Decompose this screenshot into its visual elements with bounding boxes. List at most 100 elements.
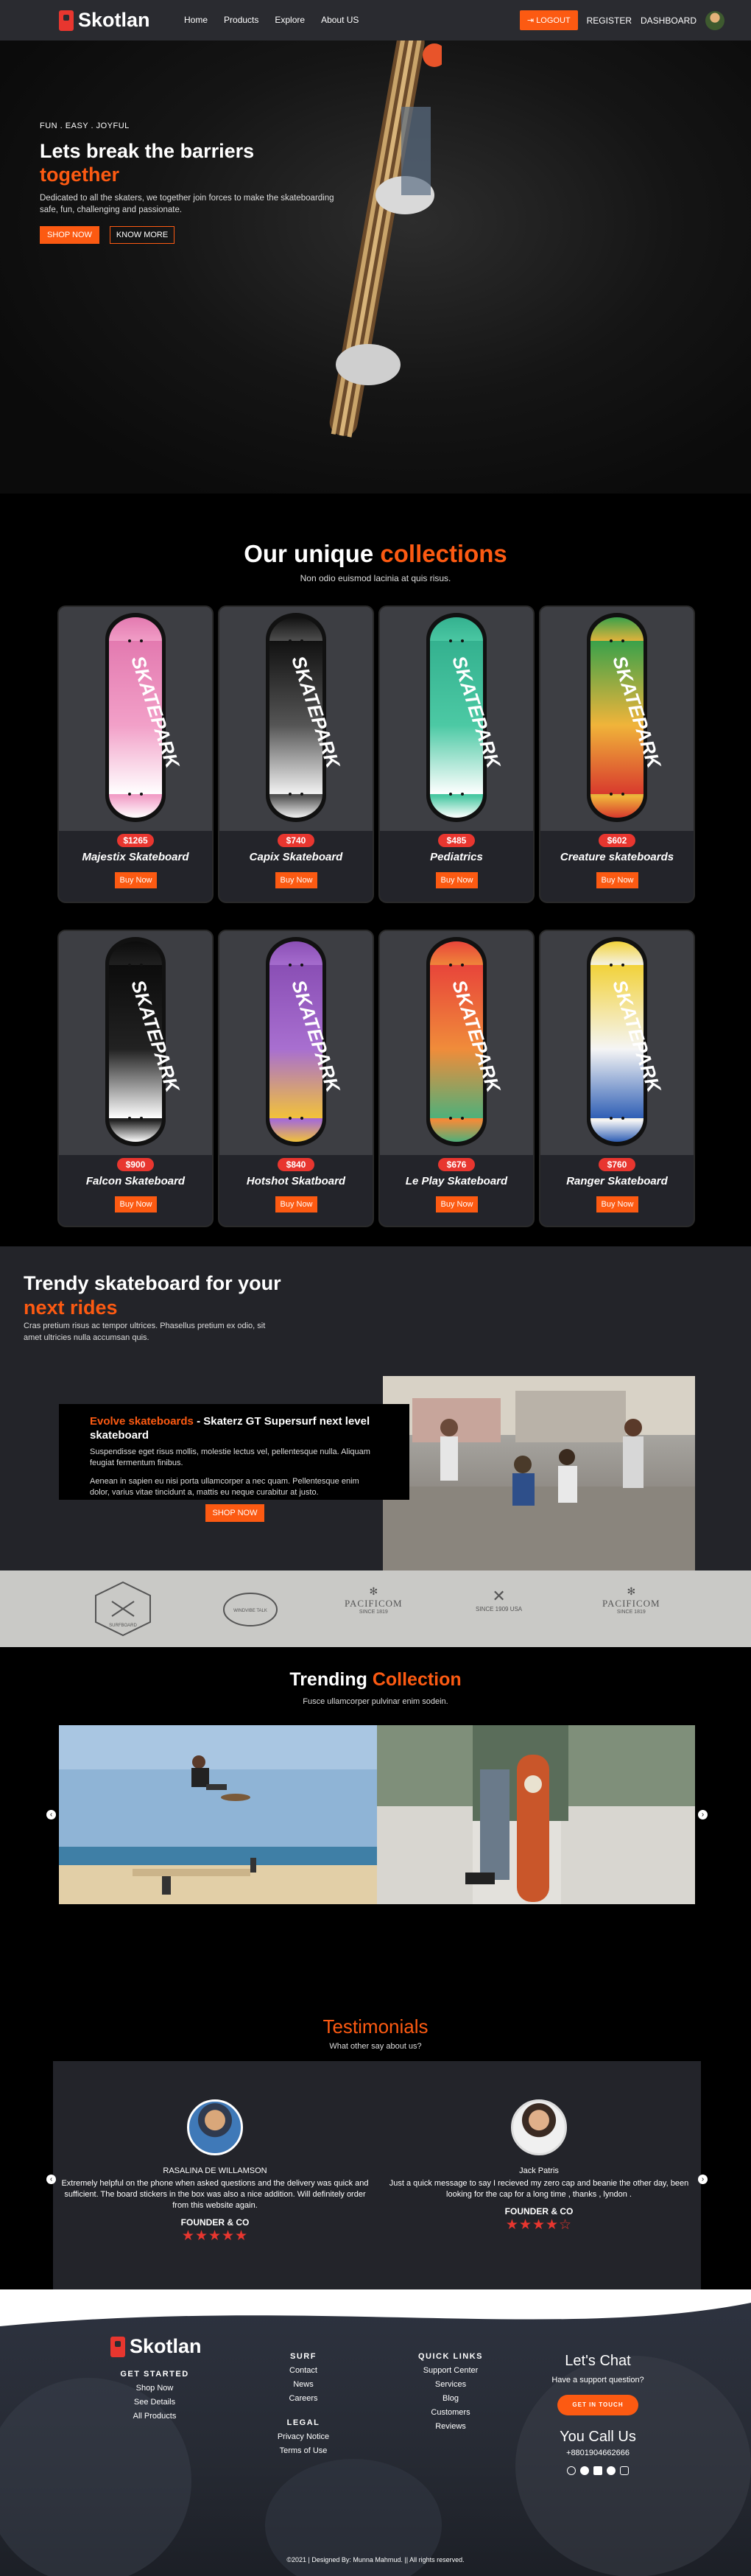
- brand-logos-strip: SURFBOARD WINDVIBE TALK ✻ PACIFICOM SINC…: [0, 1570, 751, 1647]
- footer-brand-name: Skotlan: [130, 2335, 202, 2357]
- footer-link-support[interactable]: Support Center: [406, 2364, 495, 2378]
- nav-actions: ⇥ LOGOUT REGISTER DASHBOARD: [519, 10, 724, 30]
- brand-logo-1: SURFBOARD: [90, 1579, 156, 1640]
- product-image: SKATEPARK: [380, 931, 533, 1155]
- hero-shop-now-button[interactable]: SHOP NOW: [40, 226, 99, 244]
- buy-now-button[interactable]: Buy Now: [596, 872, 638, 888]
- product-name: Falcon Skateboard: [85, 1175, 186, 1187]
- collections-title: Our unique collections: [0, 540, 751, 568]
- dashboard-link[interactable]: DASHBOARD: [641, 15, 697, 26]
- trendy-title-line2: next rides: [24, 1296, 118, 1319]
- footer-surf-head: SURF: [290, 2352, 317, 2361]
- skateboard-deck-illustration: SKATEPARK: [587, 937, 666, 1146]
- get-in-touch-button[interactable]: GET IN TOUCH: [557, 2395, 638, 2415]
- footer-link-all-products[interactable]: All Products: [110, 2410, 199, 2424]
- product-card[interactable]: SKATEPARK $900 Falcon Skateboard Buy Now: [59, 931, 212, 1226]
- nav-link-products[interactable]: Products: [224, 15, 258, 25]
- github-icon[interactable]: [607, 2466, 616, 2475]
- product-card[interactable]: SKATEPARK $840 Hotshot Skatboard Buy Now: [219, 931, 373, 1226]
- footer: Skotlan GET STARTED Shop Now See Details…: [0, 2289, 751, 2576]
- product-name: Pediatrics: [430, 851, 483, 863]
- feature-shop-now-button[interactable]: SHOP NOW: [205, 1504, 265, 1522]
- testimonials-prev-icon[interactable]: ‹: [46, 2175, 56, 2184]
- testimonials-subtitle: What other say about us?: [329, 2042, 422, 2051]
- product-card[interactable]: SKATEPARK $602 Creature skateboards Buy Now: [540, 607, 694, 902]
- carousel-prev-icon[interactable]: ‹: [46, 1810, 56, 1819]
- feature-paragraph-1: Suspendisse eget risus mollis, molestie …: [90, 1447, 370, 1467]
- logout-button[interactable]: ⇥ LOGOUT: [519, 10, 578, 30]
- footer-link-terms[interactable]: Terms of Use: [267, 2444, 340, 2458]
- user-avatar[interactable]: [705, 10, 724, 30]
- testimonials-panel: RASALINA DE WILLAMSON Extremely helpful …: [46, 2061, 708, 2291]
- product-card[interactable]: SKATEPARK $740 Capix Skateboard Buy Now: [219, 607, 373, 902]
- testimonial-text-2: Just a quick message to say I recieved m…: [389, 2179, 689, 2199]
- brand-logo[interactable]: Skotlan: [59, 9, 150, 32]
- copyright-text: ©2021 | Designed By: Munna Mahmud. || Al…: [286, 2556, 465, 2563]
- footer-link-services[interactable]: Services: [406, 2378, 495, 2392]
- testimonial-role-2: FOUNDER & CO: [504, 2206, 574, 2217]
- nav-link-explore[interactable]: Explore: [275, 15, 305, 25]
- buy-now-button[interactable]: Buy Now: [275, 1196, 317, 1212]
- nav-link-home[interactable]: Home: [184, 15, 208, 25]
- trending-title: Trending Collection: [0, 1669, 751, 1691]
- product-card[interactable]: SKATEPARK $676 Le Play Skateboard Buy Now: [380, 931, 533, 1226]
- footer-link-shop-now[interactable]: Shop Now: [110, 2382, 199, 2396]
- trending-title-white: Trending: [289, 1669, 367, 1690]
- skateboard-deck-illustration: SKATEPARK: [587, 613, 666, 822]
- footer-chat-title: Let's Chat: [565, 2353, 631, 2369]
- testimonial-card-1: RASALINA DE WILLAMSON Extremely helpful …: [60, 2099, 370, 2245]
- product-name: Hotshot Skatboard: [246, 1175, 346, 1187]
- buy-now-button[interactable]: Buy Now: [275, 872, 317, 888]
- hero-know-more-button[interactable]: KNOW MORE: [109, 226, 175, 244]
- product-name: Ranger Skateboard: [566, 1175, 668, 1187]
- hero-title: Lets break the barriers together: [40, 139, 349, 186]
- product-price: $1265: [117, 834, 154, 847]
- product-card[interactable]: SKATEPARK $1265 Majestix Skateboard Buy Now: [59, 607, 212, 902]
- trendy-section: Trendy skateboard for your next rides Cr…: [0, 1246, 751, 1570]
- footer-link-see-details[interactable]: See Details: [110, 2396, 199, 2410]
- facebook-icon[interactable]: [580, 2466, 589, 2475]
- product-image: SKATEPARK: [59, 607, 212, 831]
- footer-link-contact[interactable]: Contact: [267, 2364, 340, 2378]
- collections-subtitle: Non odio euismod lacinia at quis risus.: [300, 573, 451, 583]
- footer-get-started-head: GET STARTED: [120, 2370, 189, 2379]
- skateboard-deck-illustration: SKATEPARK: [266, 613, 345, 822]
- trending-subtitle: Fusce ullamcorper pulvinar enim sodein.: [303, 1697, 448, 1706]
- feature-paragraph-2: Aenean in sapien eu nisi porta ullamcorp…: [90, 1477, 359, 1497]
- nav-links: Home Products Explore About US: [184, 15, 359, 25]
- footer-link-privacy[interactable]: Privacy Notice: [267, 2430, 340, 2444]
- footer-logo-icon: [110, 2336, 125, 2357]
- buy-now-button[interactable]: Buy Now: [115, 1196, 157, 1212]
- instagram-icon[interactable]: [620, 2466, 629, 2475]
- carousel-next-icon[interactable]: ›: [698, 1810, 708, 1819]
- brand-logo-5: ✻ PACIFICOM SINCE 1819: [602, 1585, 660, 1615]
- linkedin-icon[interactable]: [593, 2466, 602, 2475]
- buy-now-button[interactable]: Buy Now: [436, 1196, 478, 1212]
- nav-link-about[interactable]: About US: [321, 15, 359, 25]
- brand-logo-5-sub: SINCE 1819: [616, 1610, 646, 1615]
- product-price: $485: [438, 834, 475, 847]
- hero-skateboard-image: [329, 41, 442, 438]
- compass-icon: ✻: [627, 1585, 636, 1597]
- product-card[interactable]: SKATEPARK $760 Ranger Skateboard Buy Now: [540, 931, 694, 1226]
- footer-logo[interactable]: Skotlan: [110, 2335, 202, 2358]
- testimonials-next-icon[interactable]: ›: [698, 2175, 708, 2184]
- testimonial-card-2: Jack Patris Just a quick message to say …: [384, 2099, 694, 2233]
- buy-now-button[interactable]: Buy Now: [115, 872, 157, 888]
- register-link[interactable]: REGISTER: [587, 15, 632, 26]
- footer-link-blog[interactable]: Blog: [406, 2392, 495, 2406]
- buy-now-button[interactable]: Buy Now: [596, 1196, 638, 1212]
- footer-link-news[interactable]: News: [267, 2378, 340, 2392]
- footer-link-reviews[interactable]: Reviews: [406, 2420, 495, 2434]
- footer-call-title: You Call Us: [560, 2429, 636, 2445]
- testimonial-text-1: Extremely helpful on the phone when aske…: [61, 2179, 369, 2210]
- google-icon[interactable]: [567, 2466, 576, 2475]
- footer-quick-links: QUICK LINKS Support Center Services Blog…: [406, 2350, 495, 2434]
- buy-now-button[interactable]: Buy Now: [436, 872, 478, 888]
- trendy-title: Trendy skateboard for your next rides: [24, 1271, 281, 1320]
- brand-logo-3: ✻ PACIFICOM SINCE 1819: [345, 1585, 403, 1615]
- footer-link-customers[interactable]: Customers: [406, 2406, 495, 2420]
- compass-icon: ✻: [369, 1585, 378, 1597]
- product-card[interactable]: SKATEPARK $485 Pediatrics Buy Now: [380, 607, 533, 902]
- footer-link-careers[interactable]: Careers: [267, 2392, 340, 2406]
